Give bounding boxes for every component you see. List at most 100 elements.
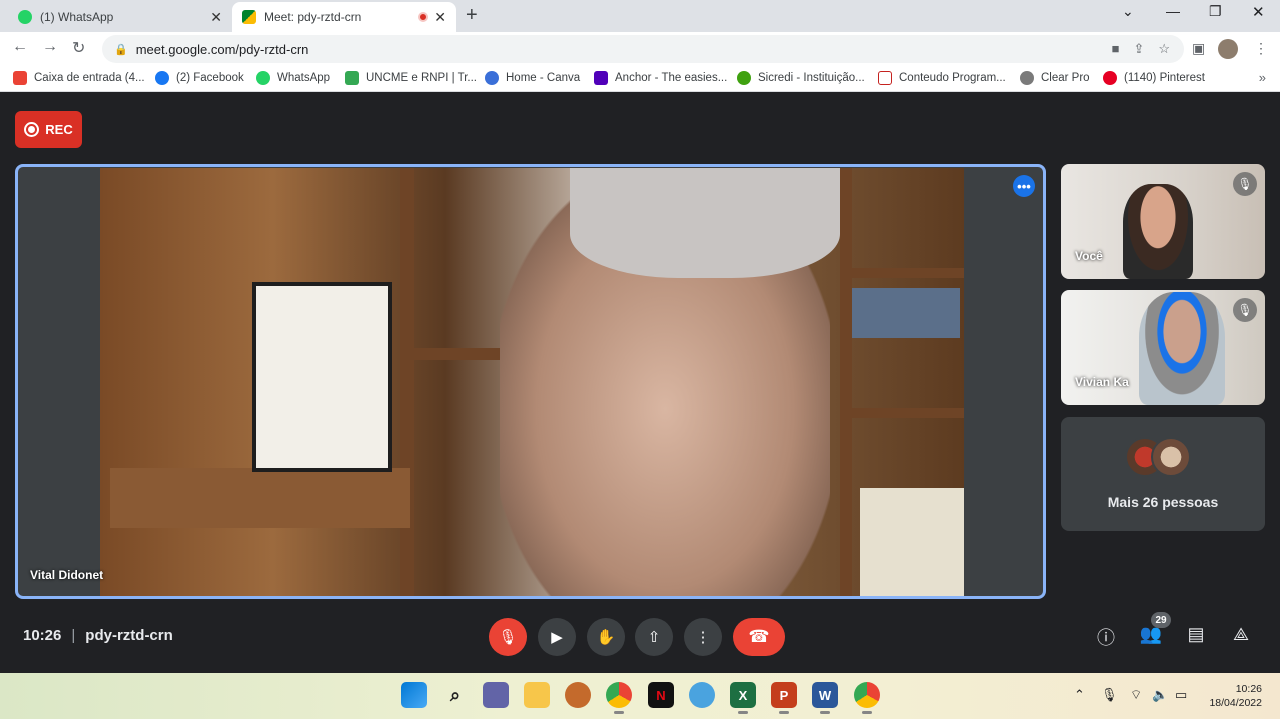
tab-whatsapp[interactable]: (1) WhatsApp ✕ bbox=[8, 2, 232, 32]
weather-icon[interactable] bbox=[689, 682, 715, 708]
participant-name: Você bbox=[1075, 249, 1103, 263]
system-clock[interactable]: 10:26 18/04/2022 bbox=[1209, 682, 1262, 710]
main-speaker-tile[interactable]: Vital Didonet ••• bbox=[15, 164, 1046, 599]
maximize-button[interactable]: ❐ bbox=[1209, 3, 1222, 20]
close-tab-icon[interactable]: ✕ bbox=[210, 9, 222, 26]
record-icon bbox=[24, 122, 40, 137]
chat-icon[interactable]: ▤ bbox=[1183, 624, 1209, 645]
volume-icon[interactable]: 🔈 bbox=[1152, 687, 1168, 703]
teams-chat-icon[interactable] bbox=[483, 682, 509, 708]
powerpoint-icon[interactable]: P bbox=[771, 682, 797, 714]
recording-badge[interactable]: REC bbox=[15, 111, 82, 148]
url-text: meet.google.com/pdy-rztd-crn bbox=[135, 41, 309, 57]
reload-button[interactable]: ↻ bbox=[72, 38, 85, 58]
windows-start-icon[interactable] bbox=[401, 682, 427, 708]
battery-icon[interactable]: ▭ bbox=[1175, 687, 1187, 703]
recording-indicator-icon bbox=[418, 12, 429, 22]
pinterest-icon bbox=[1103, 71, 1117, 85]
tab-search-icon[interactable]: ⌄ bbox=[1122, 3, 1134, 20]
bookmark-whatsapp[interactable]: WhatsApp bbox=[256, 71, 330, 85]
file-explorer-icon[interactable] bbox=[524, 682, 550, 708]
bookmark-canva[interactable]: Home - Canva bbox=[485, 71, 580, 85]
bookmark-uncme[interactable]: UNCME e RNPI | Tr... bbox=[345, 71, 477, 85]
close-window-button[interactable]: ✕ bbox=[1252, 3, 1265, 21]
tab-title: (1) WhatsApp bbox=[40, 10, 114, 24]
menu-icon[interactable]: ⋮ bbox=[1254, 40, 1268, 57]
participant-count-badge: 29 bbox=[1151, 612, 1171, 628]
windows-taskbar: ⌕ N X P W ⌃ 🎙 ⌔ 🔈 ▭ 10:26 18/04/2022 bbox=[0, 673, 1280, 719]
raise-hand-button[interactable]: ✋ bbox=[587, 618, 625, 656]
wifi-icon[interactable]: ⌔ bbox=[1130, 687, 1142, 703]
avatar[interactable] bbox=[1218, 39, 1238, 59]
anchor-icon bbox=[594, 71, 608, 85]
whatsapp-icon bbox=[256, 71, 270, 85]
participant-video bbox=[1123, 184, 1193, 279]
bookmark-gmail[interactable]: Caixa de entrada (4... bbox=[13, 71, 145, 85]
more-options-icon[interactable]: ••• bbox=[1013, 175, 1035, 197]
more-participants-tile[interactable]: Mais 26 pessoas bbox=[1061, 417, 1265, 531]
browser-tabstrip: (1) WhatsApp ✕ Meet: pdy-rztd-crn ✕ + ⌄ … bbox=[0, 0, 1280, 32]
gmail-icon bbox=[13, 71, 27, 85]
bookmark-star-icon[interactable]: ☆ bbox=[1158, 41, 1170, 57]
camera-icon[interactable]: ■ bbox=[1112, 41, 1120, 57]
close-tab-icon[interactable]: ✕ bbox=[434, 9, 446, 26]
browser-toolbar: ← → ↻ 🔒 meet.google.com/pdy-rztd-crn ■ ⇪… bbox=[0, 32, 1280, 66]
facebook-icon bbox=[155, 71, 169, 85]
netflix-icon[interactable]: N bbox=[648, 682, 674, 708]
google-meet-icon bbox=[242, 10, 256, 24]
more-options-button[interactable]: ⋮ bbox=[684, 618, 722, 656]
mic-off-button[interactable]: 🎙 bbox=[489, 618, 527, 656]
activities-icon[interactable]: ⟁ bbox=[1228, 624, 1254, 645]
leave-call-button[interactable]: ☎ bbox=[733, 618, 785, 656]
participant-tile-self[interactable]: Você 🎙 bbox=[1061, 164, 1265, 279]
doc-icon bbox=[345, 71, 359, 85]
clear-icon bbox=[1020, 71, 1034, 85]
side-panel-icon[interactable]: ▣ bbox=[1192, 40, 1205, 57]
speaker-video bbox=[100, 168, 964, 596]
meeting-time: 10:26 bbox=[23, 627, 62, 644]
forward-button[interactable]: → bbox=[42, 38, 58, 56]
more-participants-label: Mais 26 pessoas bbox=[1107, 494, 1219, 510]
bookmark-sicredi[interactable]: Sicredi - Instituição... bbox=[737, 71, 865, 85]
chrome-icon[interactable] bbox=[606, 682, 632, 714]
canva-icon bbox=[485, 71, 499, 85]
rec-label: REC bbox=[45, 122, 73, 137]
present-screen-button[interactable]: ⇧ bbox=[635, 618, 673, 656]
bookmark-pinterest[interactable]: (1140) Pinterest bbox=[1103, 71, 1205, 85]
speaker-hair bbox=[570, 168, 840, 278]
meeting-info: 10:26 | pdy-rztd-crn bbox=[23, 627, 173, 644]
mic-off-icon: 🎙 bbox=[1233, 298, 1257, 322]
search-icon[interactable]: ⌕ bbox=[442, 682, 468, 708]
new-tab-button[interactable]: + bbox=[466, 4, 478, 27]
tab-title: Meet: pdy-rztd-crn bbox=[264, 10, 362, 24]
app-icon[interactable] bbox=[565, 682, 591, 708]
camera-button[interactable]: ▶ bbox=[538, 618, 576, 656]
address-bar[interactable]: 🔒 meet.google.com/pdy-rztd-crn ■ ⇪ ☆ bbox=[102, 35, 1184, 63]
bookmark-anchor[interactable]: Anchor - The easies... bbox=[594, 71, 727, 85]
bookmark-clearpro[interactable]: Clear Pro bbox=[1020, 71, 1090, 85]
participant-video bbox=[1139, 292, 1225, 405]
meeting-code: pdy-rztd-crn bbox=[85, 627, 173, 644]
meeting-details-icon[interactable]: ⓘ bbox=[1093, 624, 1119, 650]
meet-control-bar: 10:26 | pdy-rztd-crn 🎙 ▶ ✋ ⇧ ⋮ ☎ ⓘ 👥 29 … bbox=[0, 612, 1280, 662]
mic-off-icon: 🎙 bbox=[1233, 172, 1257, 196]
participant-tile-vivian[interactable]: Vivian Ka 🎙 bbox=[1061, 290, 1265, 405]
participant-avatars bbox=[1125, 437, 1191, 477]
share-icon[interactable]: ⇪ bbox=[1133, 41, 1144, 57]
bookmark-conteudo[interactable]: Conteudo Program... bbox=[878, 71, 1006, 85]
page-icon bbox=[878, 71, 892, 85]
clock-date: 18/04/2022 bbox=[1209, 697, 1262, 709]
more-bookmarks-icon[interactable]: » bbox=[1259, 70, 1266, 85]
excel-icon[interactable]: X bbox=[730, 682, 756, 714]
word-icon[interactable]: W bbox=[812, 682, 838, 714]
clock-time: 10:26 bbox=[1235, 683, 1262, 695]
chrome-icon[interactable] bbox=[854, 682, 880, 714]
speaker-name: Vital Didonet bbox=[30, 568, 104, 582]
lock-icon: 🔒 bbox=[114, 43, 128, 56]
microphone-icon[interactable]: 🎙 bbox=[1101, 687, 1118, 703]
bookmark-facebook[interactable]: (2) Facebook bbox=[155, 71, 244, 85]
minimize-button[interactable]: — bbox=[1166, 3, 1180, 19]
tab-meet[interactable]: Meet: pdy-rztd-crn ✕ bbox=[232, 2, 456, 32]
chevron-up-icon[interactable]: ⌃ bbox=[1074, 687, 1085, 703]
back-button[interactable]: ← bbox=[12, 38, 28, 56]
